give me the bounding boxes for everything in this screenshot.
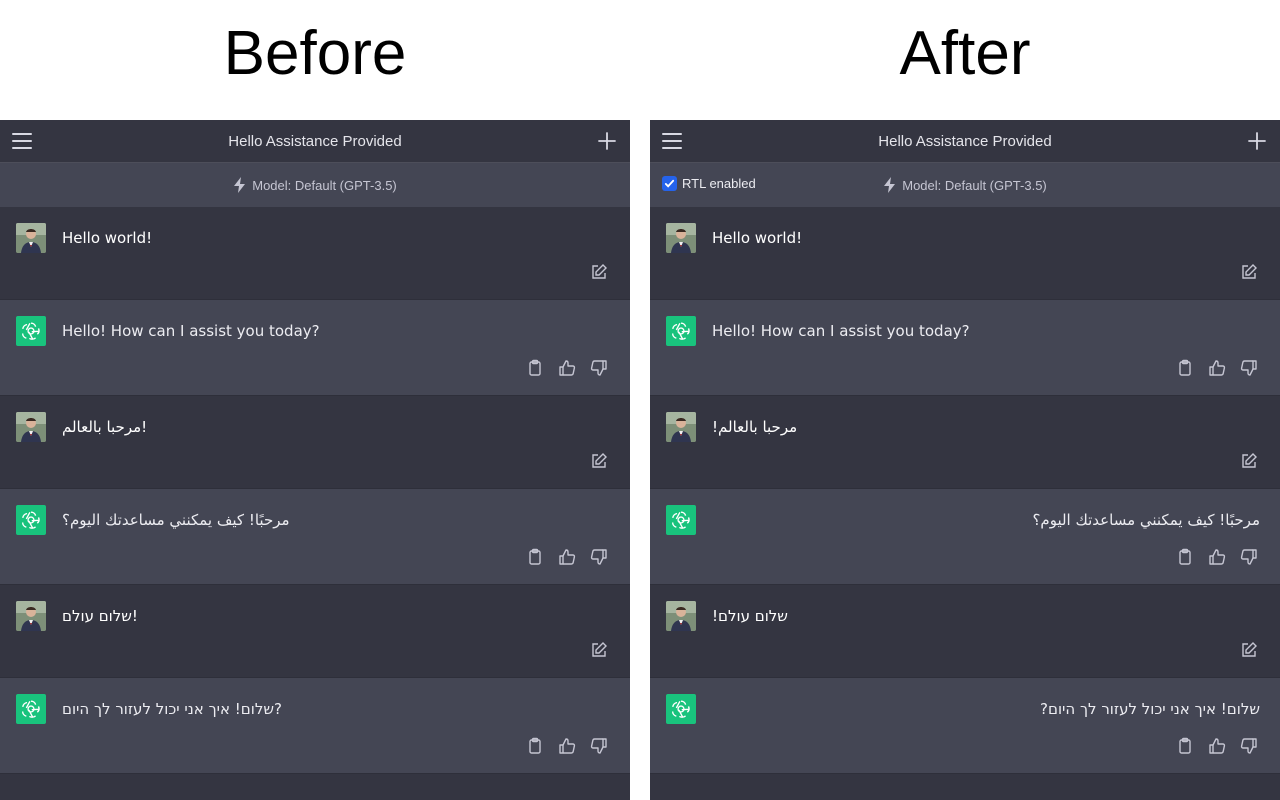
lightning-bolt-icon [233, 177, 247, 193]
hamburger-menu-icon[interactable] [662, 133, 682, 149]
rtl-toggle-label: RTL enabled [682, 176, 756, 191]
chatgpt-logo-icon [16, 316, 46, 346]
message-actions [526, 548, 608, 566]
user-message-row: مرحبا بالعالم! [650, 396, 1280, 489]
thumbs-up-icon[interactable] [1208, 548, 1226, 566]
edit-pencil-icon[interactable] [590, 263, 608, 281]
message-text: مرحبًا! كيف يمكنني مساعدتك اليوم؟ [1032, 511, 1260, 529]
thumbs-up-icon[interactable] [1208, 737, 1226, 755]
user-avatar [666, 601, 696, 631]
assistant-message-row: مرحبًا! كيف يمكنني مساعدتك اليوم؟ [650, 489, 1280, 585]
edit-pencil-icon[interactable] [590, 452, 608, 470]
chatgpt-logo-icon [16, 505, 46, 535]
clipboard-icon[interactable] [526, 737, 544, 755]
message-text: שלום! איך אני יכול לעזור לך היום? [1040, 700, 1260, 718]
thumbs-down-icon[interactable] [1240, 359, 1258, 377]
rtl-toggle-checkbox[interactable]: RTL enabled [662, 176, 756, 191]
thumbs-up-icon[interactable] [558, 737, 576, 755]
model-label: Model: Default (GPT-3.5) [252, 177, 397, 193]
clipboard-icon[interactable] [1176, 737, 1194, 755]
message-text: שלום עולם! [62, 607, 138, 625]
model-label: Model: Default (GPT-3.5) [902, 177, 1047, 193]
assistant-message-row: Hello! How can I assist you today? [0, 300, 630, 396]
edit-pencil-icon[interactable] [1240, 263, 1258, 281]
message-text: Hello! How can I assist you today? [62, 322, 320, 340]
chatgpt-logo-icon [666, 505, 696, 535]
thumbs-down-icon[interactable] [590, 737, 608, 755]
before-heading: Before [223, 19, 407, 88]
thumbs-up-icon[interactable] [1208, 359, 1226, 377]
user-avatar [16, 223, 46, 253]
model-bar: RTL enabled Model: Default (GPT-3.5) [650, 163, 1280, 207]
clipboard-icon[interactable] [526, 359, 544, 377]
message-actions [590, 452, 608, 470]
plus-icon[interactable] [1248, 132, 1266, 150]
message-text: Hello world! [62, 229, 153, 247]
user-message-row: שלום עולם! [0, 585, 630, 678]
message-text: مرحبا بالعالم! [712, 418, 798, 436]
thumbs-down-icon[interactable] [1240, 548, 1258, 566]
user-message-row: Hello world! [650, 207, 1280, 300]
message-actions [1176, 737, 1258, 755]
thumbs-up-icon[interactable] [558, 548, 576, 566]
message-actions [1240, 263, 1258, 281]
message-text: שלום! איך אני יכול לעזור לך היום? [62, 700, 282, 718]
message-actions [590, 641, 608, 659]
message-actions [526, 737, 608, 755]
message-actions [590, 263, 608, 281]
chat-title: Hello Assistance Provided [878, 132, 1052, 150]
message-text: Hello world! [712, 229, 803, 247]
user-message-row: Hello world! [0, 207, 630, 300]
clipboard-icon[interactable] [1176, 359, 1194, 377]
thumbs-up-icon[interactable] [558, 359, 576, 377]
thumbs-down-icon[interactable] [1240, 737, 1258, 755]
user-avatar [666, 412, 696, 442]
message-actions [1176, 359, 1258, 377]
chat-title: Hello Assistance Provided [228, 132, 402, 150]
message-text: Hello! How can I assist you today? [712, 322, 970, 340]
message-actions [1240, 452, 1258, 470]
assistant-message-row: שלום! איך אני יכול לעזור לך היום? [650, 678, 1280, 774]
after-heading: After [899, 19, 1031, 88]
message-actions [1240, 641, 1258, 659]
chatgpt-logo-icon [666, 694, 696, 724]
message-text: مرحبا بالعالم! [62, 418, 148, 436]
chat-panel-before: Hello Assistance Provided Model: Default … [0, 120, 630, 800]
lightning-bolt-icon [883, 177, 897, 193]
thumbs-down-icon[interactable] [590, 359, 608, 377]
edit-pencil-icon[interactable] [1240, 641, 1258, 659]
chat-header: Hello Assistance Provided [0, 120, 630, 163]
edit-pencil-icon[interactable] [590, 641, 608, 659]
clipboard-icon[interactable] [526, 548, 544, 566]
assistant-message-row: مرحبًا! كيف يمكنني مساعدتك اليوم؟ [0, 489, 630, 585]
model-bar: Model: Default (GPT-3.5) [0, 163, 630, 207]
chatgpt-logo-icon [666, 316, 696, 346]
user-avatar [16, 412, 46, 442]
plus-icon[interactable] [598, 132, 616, 150]
assistant-message-row: שלום! איך אני יכול לעזור לך היום? [0, 678, 630, 774]
message-text: שלום עולם! [712, 607, 788, 625]
thumbs-down-icon[interactable] [590, 548, 608, 566]
message-text: مرحبًا! كيف يمكنني مساعدتك اليوم؟ [62, 511, 290, 529]
message-actions [1176, 548, 1258, 566]
assistant-message-row: Hello! How can I assist you today? [650, 300, 1280, 396]
message-actions [526, 359, 608, 377]
user-avatar [666, 223, 696, 253]
chat-panel-after: Hello Assistance Provided RTL enabled Mode… [650, 120, 1280, 800]
user-message-row: مرحبا بالعالم! [0, 396, 630, 489]
checkbox-checked-icon[interactable] [662, 176, 677, 191]
user-avatar [16, 601, 46, 631]
chat-header: Hello Assistance Provided [650, 120, 1280, 163]
chatgpt-logo-icon [16, 694, 46, 724]
hamburger-menu-icon[interactable] [12, 133, 32, 149]
edit-pencil-icon[interactable] [1240, 452, 1258, 470]
clipboard-icon[interactable] [1176, 548, 1194, 566]
user-message-row: שלום עולם! [650, 585, 1280, 678]
